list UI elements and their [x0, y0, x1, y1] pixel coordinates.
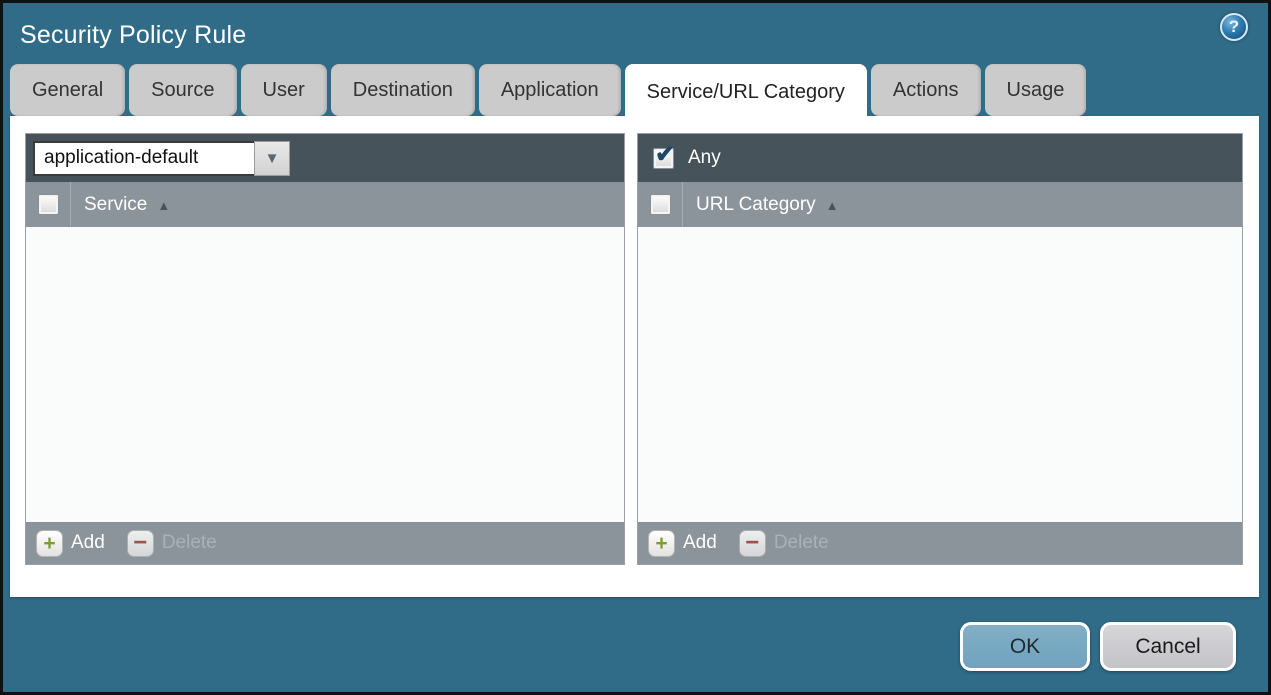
tab-label: Service/URL Category — [646, 80, 845, 103]
add-button-label: Add — [683, 532, 717, 553]
url-category-select-all-cell — [638, 182, 683, 227]
sort-ascending-icon: ▲ — [157, 198, 171, 213]
tab-usage[interactable]: Usage — [984, 64, 1087, 116]
dialog-background: Security Policy Rule ? General Source Us… — [3, 3, 1268, 692]
tab-label: Usage — [1006, 78, 1065, 101]
url-category-column-label: URL Category — [696, 193, 816, 215]
help-icon[interactable]: ? — [1220, 13, 1248, 41]
any-checkbox[interactable]: ✔ — [653, 142, 675, 169]
cancel-button[interactable]: Cancel — [1100, 622, 1236, 671]
dialog-title: Security Policy Rule — [20, 20, 247, 49]
service-select-all-cell — [26, 182, 71, 227]
any-label: Any — [688, 147, 721, 168]
delete-icon: − — [738, 529, 766, 557]
service-column-header: Service ▲ — [26, 182, 624, 228]
tab-service-url-category[interactable]: Service/URL Category — [624, 64, 867, 120]
url-category-select-all-checkbox[interactable] — [649, 194, 671, 215]
ok-button[interactable]: OK — [960, 622, 1090, 671]
service-delete-button[interactable]: − Delete — [126, 529, 217, 557]
add-icon: + — [36, 529, 63, 557]
tab-general[interactable]: General — [10, 64, 126, 116]
tab-label: User — [262, 78, 305, 101]
dialog-titlebar: Security Policy Rule ? — [20, 13, 1254, 55]
tab-content-area: ▼ Service ▲ + Add − — [10, 116, 1259, 597]
sort-ascending-icon: ▲ — [825, 198, 839, 213]
service-add-button[interactable]: + Add — [36, 529, 105, 557]
service-column-label-cell[interactable]: Service ▲ — [71, 182, 170, 227]
url-category-toolbar: ✔ Any — [638, 134, 1242, 182]
service-toolbar: ▼ — [26, 134, 624, 182]
tab-actions[interactable]: Actions — [870, 64, 981, 116]
url-category-column-label-cell[interactable]: URL Category ▲ — [683, 182, 839, 227]
chevron-down-icon: ▼ — [264, 149, 280, 167]
service-type-dropdown-button[interactable]: ▼ — [254, 140, 290, 176]
url-category-column-header: URL Category ▲ — [638, 182, 1242, 228]
url-category-footer: + Add − Delete — [638, 522, 1242, 564]
tab-label: Application — [500, 78, 599, 101]
tab-source[interactable]: Source — [129, 64, 237, 116]
tab-destination[interactable]: Destination — [330, 64, 475, 116]
service-select-all-checkbox[interactable] — [37, 194, 59, 215]
add-icon: + — [648, 529, 675, 557]
service-panel: ▼ Service ▲ + Add − — [25, 133, 625, 565]
service-column-label: Service — [84, 193, 148, 215]
service-type-dropdown: ▼ — [33, 140, 290, 176]
any-row: ✔ Any — [645, 142, 721, 169]
tab-user[interactable]: User — [240, 64, 327, 116]
service-list[interactable] — [26, 228, 624, 522]
url-category-add-button[interactable]: + Add — [648, 529, 717, 557]
service-type-input[interactable] — [33, 140, 254, 176]
url-category-delete-button[interactable]: − Delete — [738, 529, 829, 557]
delete-icon: − — [126, 529, 154, 557]
service-footer: + Add − Delete — [26, 522, 624, 564]
tab-label: Source — [151, 78, 215, 101]
help-icon-glyph: ? — [1228, 17, 1240, 36]
delete-button-label: Delete — [161, 532, 217, 553]
url-category-panel: ✔ Any URL Category ▲ + Add − Delete — [637, 133, 1243, 565]
delete-button-label: Delete — [773, 532, 829, 553]
tab-application[interactable]: Application — [478, 64, 621, 116]
tab-label: Actions — [892, 78, 959, 101]
checkmark-icon: ✔ — [655, 140, 676, 168]
tab-label: General — [32, 78, 104, 101]
tab-bar: General Source User Destination Applicat… — [10, 64, 1087, 120]
add-button-label: Add — [71, 532, 105, 553]
url-category-list[interactable] — [638, 228, 1242, 522]
tab-label: Destination — [352, 78, 453, 101]
